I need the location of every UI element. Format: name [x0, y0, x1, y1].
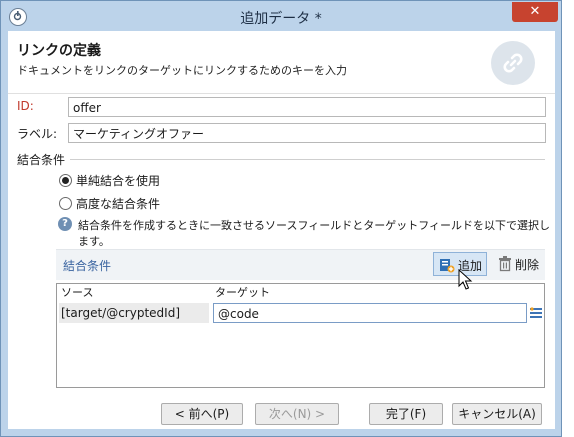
- column-header-source[interactable]: ソース: [61, 284, 93, 302]
- simple-join-label[interactable]: 単純結合を使用: [76, 172, 160, 189]
- mouse-cursor-icon: [458, 268, 474, 294]
- join-section-title: 結合条件: [17, 153, 66, 167]
- cancel-button[interactable]: キャンセル(A): [452, 403, 542, 425]
- finish-button[interactable]: 完了(F): [369, 403, 443, 425]
- column-header-target[interactable]: ターゲット: [215, 284, 270, 302]
- trash-icon: [497, 255, 513, 275]
- radio-selected-dot: [62, 177, 69, 184]
- id-field[interactable]: offer: [68, 97, 546, 117]
- page-title: リンクの定義: [17, 43, 101, 59]
- delete-button[interactable]: 削除: [493, 252, 543, 276]
- dialog-window: 追加データ * ✕ リンクの定義 ドキュメントをリンクのターゲットにリンクするた…: [0, 0, 562, 437]
- header: リンクの定義 ドキュメントをリンクのターゲットにリンクするためのキーを入力: [8, 31, 555, 94]
- advanced-join-label[interactable]: 高度な結合条件: [76, 195, 160, 212]
- section-divider: [70, 159, 545, 160]
- advanced-join-radio[interactable]: [59, 197, 72, 210]
- dialog-body: リンクの定義 ドキュメントをリンクのターゲットにリンクするためのキーを入力 ID…: [8, 31, 555, 429]
- label-field[interactable]: マーケティングオファー: [68, 123, 546, 143]
- title-bar[interactable]: 追加データ * ✕: [1, 1, 561, 31]
- label-label: ラベル:: [17, 127, 58, 141]
- window-title: 追加データ *: [240, 11, 322, 27]
- dialog-footer: < 前へ(P) 次へ(N) > 完了(F) キャンセル(A): [8, 397, 555, 429]
- field-picker-icon[interactable]: [530, 306, 542, 320]
- id-label: ID:: [17, 99, 34, 113]
- page-subtitle: ドキュメントをリンクのターゲットにリンクするためのキーを入力: [17, 64, 347, 77]
- target-cell-input[interactable]: @code: [213, 303, 527, 323]
- help-text: 結合条件を作成するときに一致させるソースフィールドとターゲットフィールドを以下で…: [78, 219, 551, 248]
- next-button[interactable]: 次へ(N) >: [255, 403, 339, 425]
- help-icon: ?: [58, 217, 72, 231]
- close-button[interactable]: ✕: [512, 2, 558, 22]
- add-icon: [439, 257, 455, 276]
- source-cell[interactable]: [target/@cryptedId]: [59, 303, 209, 323]
- conditions-table: ソース ターゲット [target/@cryptedId] @code: [56, 283, 545, 388]
- conditions-title: 結合条件: [63, 259, 112, 273]
- simple-join-radio[interactable]: [59, 174, 72, 187]
- delete-button-label: 削除: [515, 258, 540, 272]
- prev-button[interactable]: < 前へ(P): [161, 403, 243, 425]
- link-icon: [491, 41, 535, 85]
